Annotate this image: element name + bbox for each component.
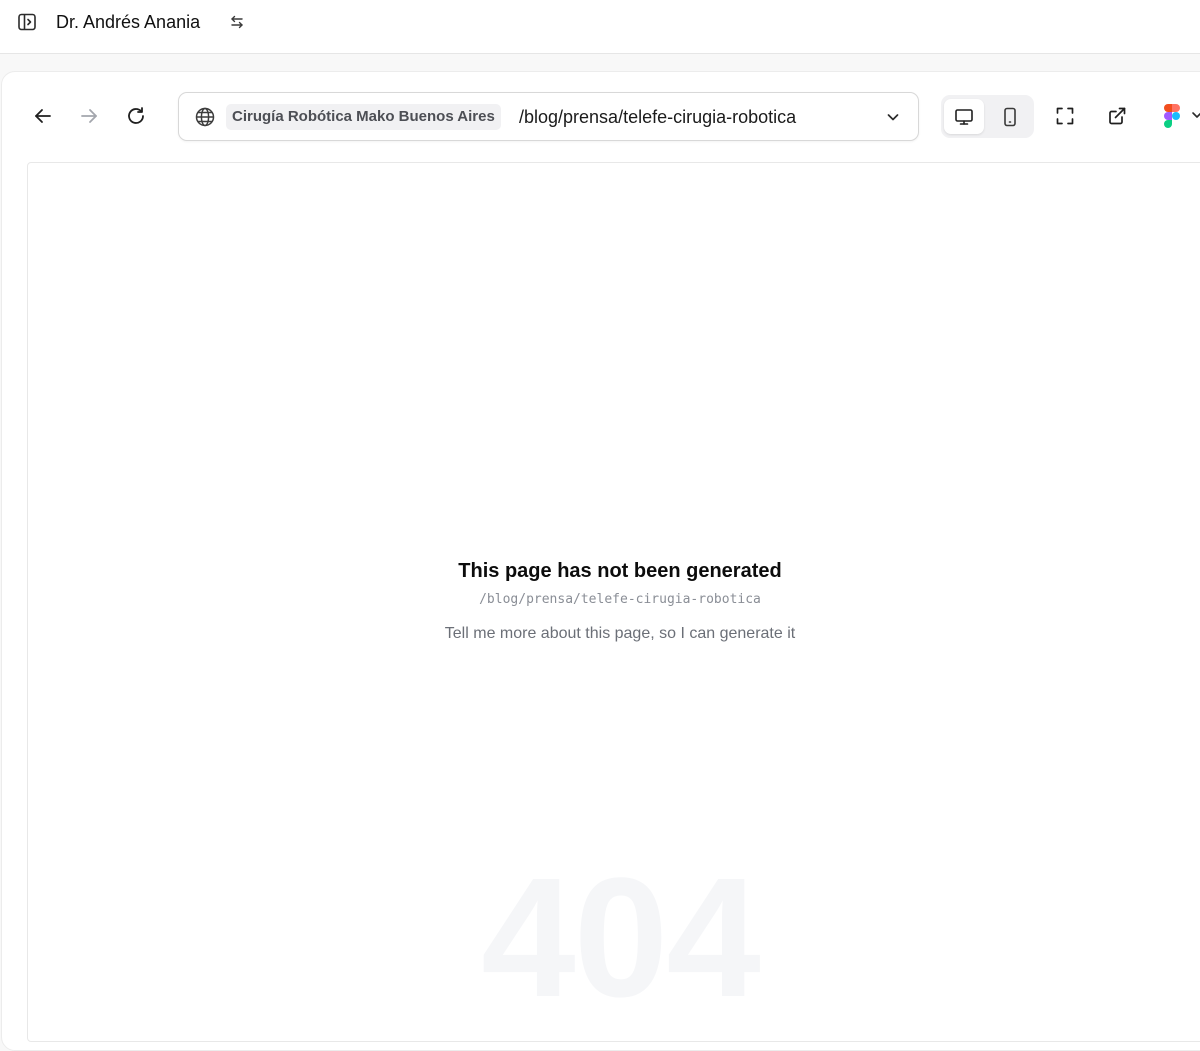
empty-state-path: /blog/prensa/telefe-cirugia-robotica bbox=[479, 592, 761, 607]
device-toggle bbox=[941, 95, 1034, 138]
reload-icon bbox=[128, 107, 144, 124]
site-name-chip: Cirugía Robótica Mako Buenos Aires bbox=[226, 104, 501, 130]
url-path: /blog/prensa/telefe-cirugia-robotica bbox=[519, 107, 797, 127]
reload-button[interactable] bbox=[121, 101, 151, 131]
top-app-bar: Dr. Andrés Anania bbox=[0, 0, 1200, 54]
switch-arrows-icon[interactable] bbox=[228, 13, 246, 31]
url-bar[interactable]: Cirugía Robótica Mako Buenos Aires /blog… bbox=[178, 92, 919, 141]
mobile-icon bbox=[1004, 107, 1016, 126]
fullscreen-button[interactable] bbox=[1049, 100, 1081, 132]
sidebar-toggle-icon[interactable] bbox=[17, 12, 37, 32]
chevron-down-icon[interactable] bbox=[885, 109, 901, 125]
desktop-view-button[interactable] bbox=[944, 99, 984, 134]
fullscreen-icon bbox=[1056, 107, 1074, 125]
figma-icon bbox=[1164, 104, 1180, 128]
globe-icon bbox=[195, 107, 215, 127]
forward-button[interactable] bbox=[74, 101, 104, 131]
workspace-title: Dr. Andrés Anania bbox=[56, 12, 201, 32]
external-link-icon bbox=[1109, 107, 1126, 125]
arrow-left-icon bbox=[35, 109, 51, 123]
empty-state-title: This page has not been generated bbox=[458, 560, 782, 582]
back-button[interactable] bbox=[28, 101, 58, 131]
page-preview: This page has not been generated /blog/p… bbox=[27, 162, 1200, 1042]
desktop-icon bbox=[955, 108, 973, 125]
arrow-right-icon bbox=[81, 109, 97, 123]
open-external-button[interactable] bbox=[1101, 100, 1133, 132]
empty-state-hint: Tell me more about this page, so I can g… bbox=[444, 625, 796, 642]
figma-button[interactable] bbox=[1156, 100, 1188, 132]
chevron-down-icon[interactable] bbox=[1190, 108, 1200, 122]
404-watermark: 404 bbox=[481, 843, 761, 1033]
mobile-view-button[interactable] bbox=[990, 99, 1030, 134]
